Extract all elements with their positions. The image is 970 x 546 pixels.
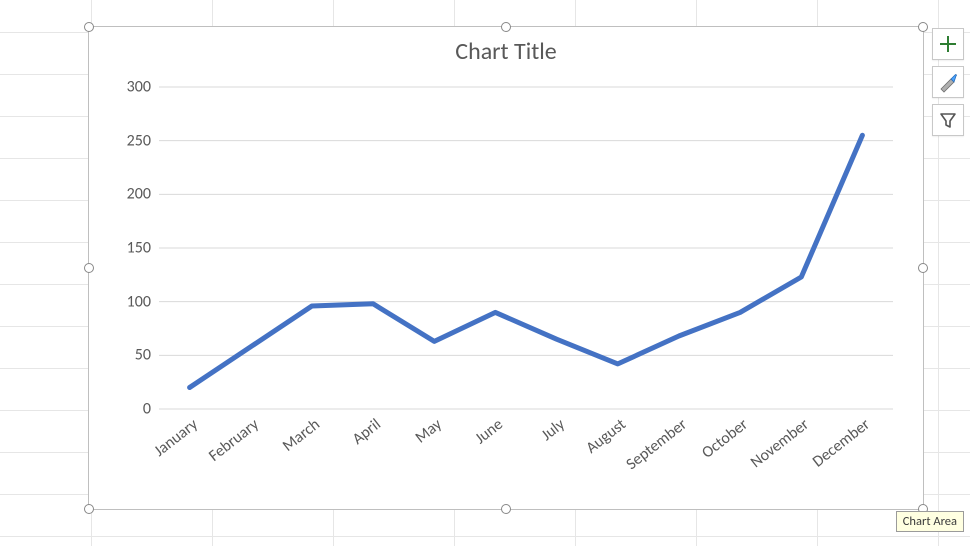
chart-object[interactable]: Chart Title 050100150200250300JanuaryFeb… bbox=[88, 26, 924, 510]
funnel-icon bbox=[938, 110, 958, 130]
x-axis-tick-label: February bbox=[205, 415, 262, 466]
selection-handle-bottom-left[interactable] bbox=[84, 504, 94, 514]
x-axis-tick-label: January bbox=[150, 415, 201, 461]
x-axis-tick-label: November bbox=[747, 415, 813, 472]
y-axis-tick-label: 100 bbox=[127, 292, 151, 311]
x-axis-tick-label: March bbox=[279, 415, 324, 456]
y-axis-tick-label: 150 bbox=[127, 239, 151, 258]
plus-icon bbox=[938, 34, 958, 54]
x-axis-tick-label: June bbox=[472, 415, 507, 448]
chart-side-toolbar bbox=[932, 28, 964, 142]
selection-handle-top-mid[interactable] bbox=[501, 22, 511, 32]
selection-handle-top-right[interactable] bbox=[918, 22, 928, 32]
selection-handle-top-left[interactable] bbox=[84, 22, 94, 32]
y-axis-tick-label: 250 bbox=[127, 131, 151, 150]
x-axis-tick-label: October bbox=[698, 415, 751, 463]
y-axis-tick-label: 0 bbox=[143, 400, 151, 419]
chart-filters-button[interactable] bbox=[932, 104, 964, 136]
y-axis-tick-label: 50 bbox=[135, 346, 151, 365]
x-axis-tick-label: September bbox=[623, 415, 691, 474]
selection-handle-left-mid[interactable] bbox=[84, 263, 94, 273]
chart-title[interactable]: Chart Title bbox=[89, 37, 923, 66]
x-axis-tick-label: April bbox=[349, 415, 385, 449]
tooltip-chart-area: Chart Area bbox=[896, 511, 964, 532]
chart-elements-button[interactable] bbox=[932, 28, 964, 60]
paintbrush-icon bbox=[937, 71, 959, 93]
selection-handle-bottom-mid[interactable] bbox=[501, 504, 511, 514]
chart-line-series[interactable] bbox=[159, 87, 893, 409]
x-axis-tick-label: May bbox=[412, 415, 446, 447]
x-axis-tick-label: December bbox=[809, 415, 874, 471]
x-axis-tick-label: August bbox=[582, 415, 629, 458]
plot-area[interactable]: 050100150200250300JanuaryFebruaryMarchAp… bbox=[159, 87, 893, 409]
x-axis-tick-label: July bbox=[537, 415, 568, 445]
selection-handle-right-mid[interactable] bbox=[918, 263, 928, 273]
y-axis-tick-label: 200 bbox=[127, 185, 151, 204]
chart-styles-button[interactable] bbox=[932, 66, 964, 98]
y-axis-tick-label: 300 bbox=[127, 78, 151, 97]
